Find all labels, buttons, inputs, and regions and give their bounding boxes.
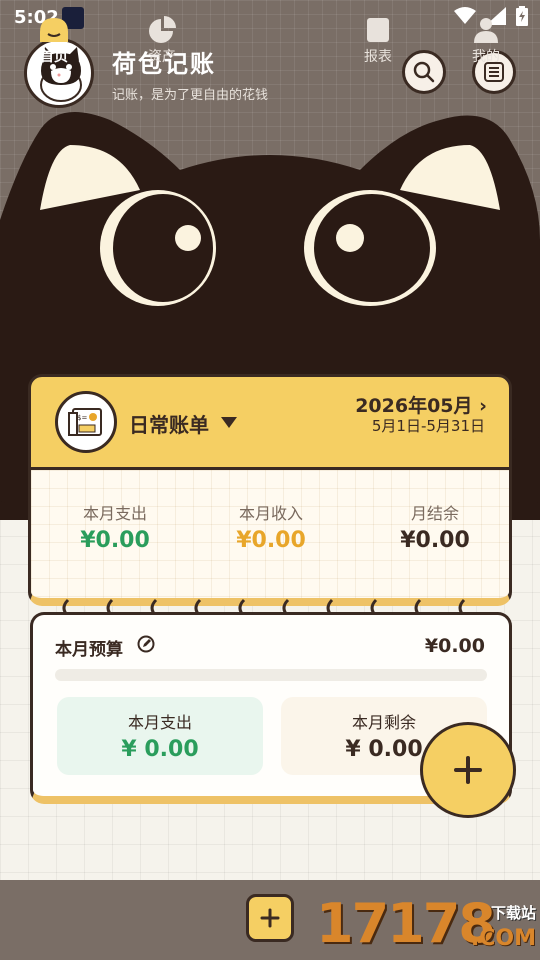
date-range: 5月1日-5月31日	[371, 417, 485, 435]
budget-value: ¥0.00	[424, 635, 485, 657]
pie-chart-icon	[149, 16, 176, 43]
battery-icon	[516, 6, 528, 26]
nav-reports[interactable]: 报表	[348, 14, 408, 66]
budget-expense-box: 本月支出 ¥ 0.00	[57, 697, 263, 775]
user-icon	[474, 18, 498, 43]
edit-icon[interactable]	[137, 635, 155, 653]
nav-home[interactable]: 首页	[24, 14, 84, 66]
nav-mine[interactable]: 我的	[456, 14, 516, 66]
nav-assets-label: 资产	[148, 49, 176, 65]
watermark-com: .COM	[470, 926, 536, 951]
stat-balance-value: ¥0.00	[400, 528, 470, 553]
nav-home-label: 首页	[40, 49, 68, 65]
report-icon	[367, 18, 389, 42]
watermark-number: 17178	[316, 892, 496, 955]
ledger-card: $= 日常账单 2026年05月 › 5月1日-5月31日 本月支出 ¥0.00…	[28, 374, 512, 610]
stat-income: 本月收入 ¥0.00	[201, 500, 341, 553]
plus-icon	[260, 908, 280, 928]
nav-assets[interactable]: 资产	[132, 14, 192, 66]
stat-expense: 本月支出 ¥0.00	[45, 500, 185, 553]
stat-income-label: 本月收入	[238, 504, 303, 523]
stat-expense-label: 本月支出	[82, 504, 147, 523]
chevron-right-icon: ›	[479, 395, 487, 417]
watermark-site: 下载站	[490, 904, 536, 922]
add-record-button[interactable]	[420, 722, 516, 818]
ledger-name[interactable]: 日常账单	[129, 409, 209, 438]
search-icon	[413, 61, 435, 83]
ledger-book-icon: $=	[68, 408, 102, 436]
month-selector[interactable]: 2026年05月 ›	[355, 391, 487, 418]
plus-icon	[454, 756, 482, 784]
home-icon	[40, 18, 68, 42]
stat-balance: 月结余 ¥0.00	[365, 500, 505, 553]
budget-expense-value: ¥ 0.00	[121, 737, 199, 762]
svg-text:$=: $=	[77, 414, 87, 422]
ledger-stats: 本月支出 ¥0.00 本月收入 ¥0.00 月结余 ¥0.00	[28, 468, 512, 606]
nav-mine-label: 我的	[472, 49, 500, 65]
stat-balance-label: 月结余	[410, 504, 459, 523]
month-label: 2026年05月	[355, 395, 473, 417]
caret-down-icon[interactable]	[221, 415, 237, 429]
stat-income-value: ¥0.00	[236, 528, 306, 553]
stat-expense-value: ¥0.00	[80, 528, 150, 553]
budget-progress-bar	[55, 669, 487, 681]
ledger-icon: $=	[55, 391, 117, 453]
nav-reports-label: 报表	[364, 49, 392, 65]
budget-expense-label: 本月支出	[127, 713, 192, 732]
budget-title: 本月预算	[55, 640, 123, 660]
site-watermark: 17178 下载站 .COM	[316, 890, 540, 960]
nav-add-button[interactable]	[246, 894, 294, 942]
search-button[interactable]	[402, 50, 446, 94]
ledger-header[interactable]: $= 日常账单 2026年05月 › 5月1日-5月31日	[28, 374, 512, 470]
